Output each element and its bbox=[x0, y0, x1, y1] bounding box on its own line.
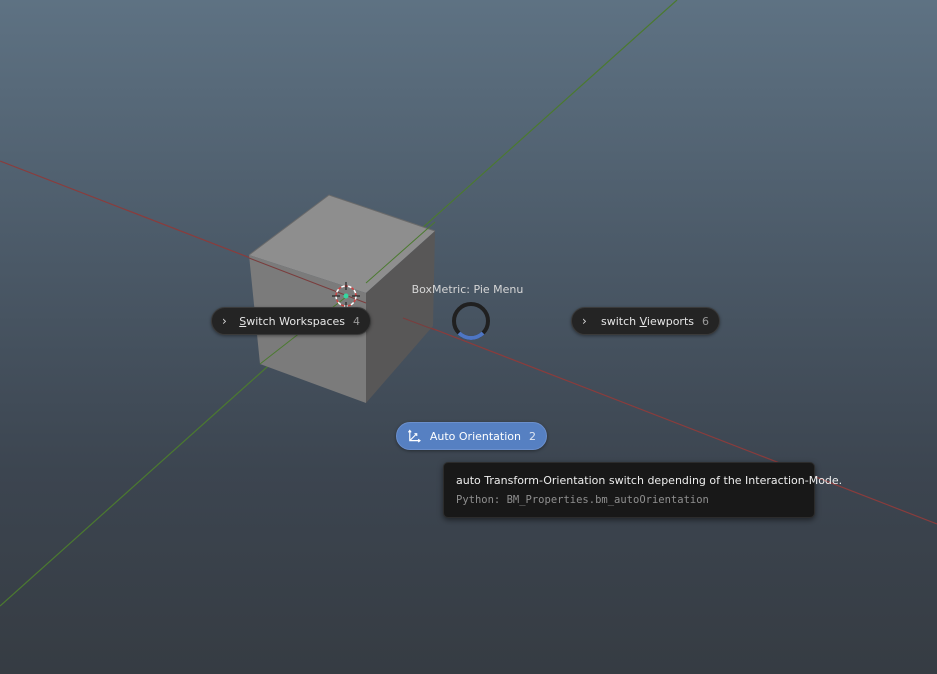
switch-viewports-label: switch Viewports bbox=[600, 314, 694, 328]
pie-menu-title: BoxMetric: Pie Menu bbox=[411, 283, 524, 296]
switch-workspaces-button[interactable]: › Switch Workspaces 4 bbox=[211, 307, 371, 335]
chevron-right-icon: › bbox=[222, 314, 227, 328]
cube-object[interactable] bbox=[248, 194, 436, 403]
tooltip-python-path: Python: BM_Properties.bm_autoOrientation bbox=[456, 494, 709, 506]
shortcut-key: 4 bbox=[353, 314, 360, 328]
shortcut-key: 2 bbox=[529, 429, 536, 443]
shortcut-key: 6 bbox=[702, 314, 709, 328]
pie-direction-indicator bbox=[452, 302, 490, 340]
switch-workspaces-label: Switch Workspaces bbox=[239, 314, 345, 328]
switch-viewports-button[interactable]: › switch Viewports 6 bbox=[571, 307, 720, 335]
auto-orientation-button[interactable]: Auto Orientation 2 bbox=[396, 422, 547, 450]
auto-orientation-label: Auto Orientation bbox=[429, 429, 521, 443]
tooltip: auto Transform-Orientation switch depend… bbox=[443, 462, 843, 518]
chevron-right-icon: › bbox=[582, 314, 587, 328]
orientation-axes-icon bbox=[407, 429, 421, 443]
tooltip-description: auto Transform-Orientation switch depend… bbox=[456, 474, 843, 487]
